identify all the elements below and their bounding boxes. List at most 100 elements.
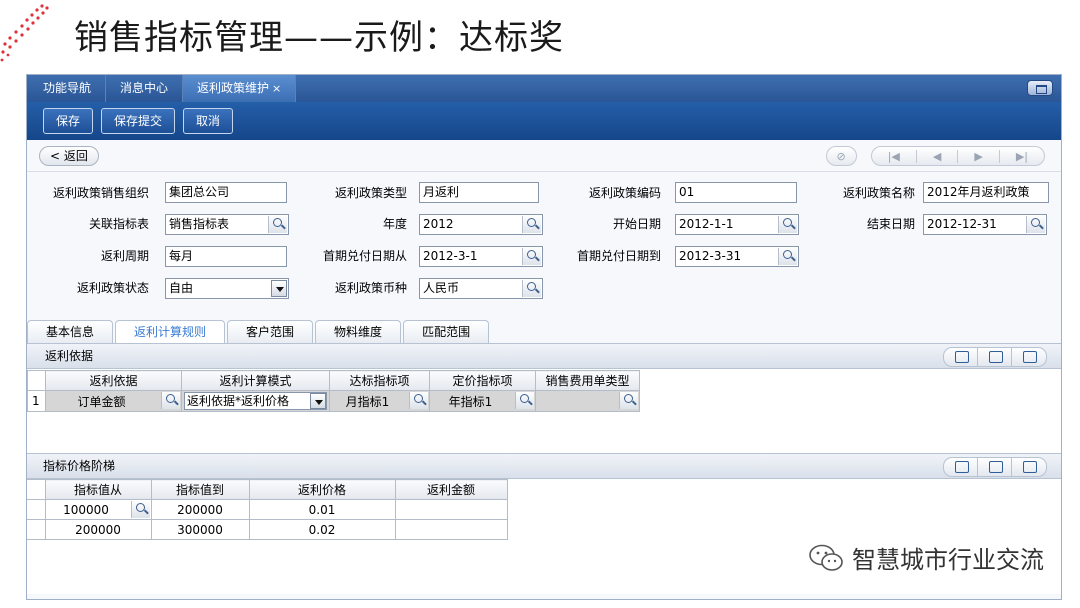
add-row-icon[interactable] — [944, 348, 978, 366]
ladder-panel-header: 指标价格阶梯 — [27, 454, 1061, 479]
indicator-table-label: 关联指标表 — [88, 217, 149, 231]
save-submit-button[interactable]: 保存提交 — [101, 108, 176, 134]
table-row[interactable]: 200000 300000 0.02 — [27, 519, 508, 540]
policy-form: 返利政策销售组织 集团总公司 返利政策类型 月返利 返利政策编码 01 返利政策… — [27, 172, 1061, 320]
row-number — [27, 499, 46, 520]
search-icon[interactable] — [515, 392, 534, 409]
row-number-header — [27, 479, 46, 500]
cycle-label: 返利周期 — [100, 249, 149, 263]
basis-panel-header: 返利依据 — [27, 344, 1061, 369]
cell-value: 订单金额 — [77, 394, 126, 409]
watermark-text: 智慧城市行业交流 — [852, 546, 1044, 574]
panel-title: 返利依据 — [45, 349, 94, 363]
paperclip-icon: ⊘ — [836, 149, 846, 163]
tab-label: 返利政策维护 — [197, 81, 270, 95]
cancel-button[interactable]: 取消 — [183, 108, 234, 134]
policy-name-field[interactable]: 2012年月返利政策 — [923, 182, 1049, 203]
year-label: 年度 — [382, 217, 407, 231]
tab-material-dimension[interactable]: 物料维度 — [315, 320, 402, 343]
app-window: 功能导航 消息中心 返利政策维护 × 保存 保存提交 取消 < 返回 ⊘ |◀ ◀… — [26, 74, 1062, 600]
amount-cell[interactable] — [394, 499, 508, 520]
currency-field[interactable]: 人民币 — [419, 278, 543, 299]
policy-type-label: 返利政策类型 — [334, 186, 407, 200]
column-header: 指标值到 — [150, 479, 250, 500]
tab-label: 消息中心 — [120, 81, 169, 95]
price-cell[interactable]: 0.02 — [248, 519, 396, 540]
to-cell[interactable]: 200000 — [150, 499, 250, 520]
tab-function-nav[interactable]: 功能导航 — [29, 75, 107, 102]
delete-row-icon[interactable] — [1012, 348, 1046, 366]
currency-label: 返利政策币种 — [334, 281, 407, 295]
tab-calc-rules[interactable]: 返利计算规则 — [115, 320, 226, 343]
next-record-icon[interactable]: ▶ — [958, 149, 1000, 163]
from-cell[interactable]: 100000 — [44, 499, 152, 520]
tab-customer-scope[interactable]: 客户范围 — [227, 320, 314, 343]
row-number-header — [27, 370, 46, 391]
row-number — [27, 519, 46, 540]
tab-match-scope[interactable]: 匹配范围 — [403, 320, 490, 343]
target-item-cell[interactable]: 月指标1 — [329, 390, 430, 412]
last-record-icon[interactable]: ▶| — [1000, 150, 1044, 163]
table-row[interactable]: 100000 200000 0.01 — [27, 499, 508, 520]
column-header: 返利计算模式 — [181, 370, 330, 391]
back-button[interactable]: < 返回 — [39, 145, 99, 166]
tab-message-center[interactable]: 消息中心 — [106, 75, 184, 102]
sales-org-label: 返利政策销售组织 — [52, 186, 149, 200]
expense-type-cell[interactable] — [535, 390, 640, 412]
panel-title: 指标价格阶梯 — [43, 459, 116, 473]
search-icon[interactable] — [161, 392, 180, 409]
field-value: 自由 — [169, 281, 194, 295]
to-cell[interactable]: 300000 — [150, 519, 250, 540]
price-cell[interactable]: 0.01 — [248, 499, 396, 520]
end-date-field[interactable]: 2012-12-31 — [923, 214, 1047, 235]
chevron-down-icon[interactable] — [310, 393, 326, 409]
basis-table: 返利依据 返利计算模式 达标指标项 定价指标项 销售费用单类型 1 订单金额 返… — [27, 370, 640, 412]
end-date-label: 结束日期 — [866, 217, 915, 231]
search-icon[interactable] — [409, 392, 428, 409]
start-date-label: 开始日期 — [612, 217, 661, 231]
field-value: 2012-1-1 — [679, 217, 734, 231]
calendar-search-icon[interactable] — [778, 248, 797, 265]
watermark: 智慧城市行业交流 — [808, 540, 1044, 575]
close-icon[interactable]: × — [272, 82, 281, 95]
from-cell[interactable]: 200000 — [44, 519, 152, 540]
policy-code-label: 返利政策编码 — [588, 186, 661, 200]
delete-row-icon[interactable] — [1012, 458, 1046, 476]
row-actions — [943, 457, 1047, 477]
window-restore-icon[interactable] — [1027, 80, 1053, 96]
mode-select[interactable]: 返利依据*返利价格 — [184, 392, 327, 410]
cell-value: 返利依据*返利价格 — [187, 394, 290, 408]
tab-rebate-policy[interactable]: 返利政策维护 × — [183, 75, 297, 102]
save-button[interactable]: 保存 — [43, 108, 94, 134]
insert-row-icon[interactable] — [978, 458, 1012, 476]
attachment-button[interactable]: ⊘ — [825, 146, 857, 166]
cell-value: 100000 — [63, 502, 109, 517]
calendar-search-icon[interactable] — [1026, 216, 1045, 233]
column-header: 销售费用单类型 — [535, 370, 640, 391]
table-row[interactable]: 1 订单金额 返利依据*返利价格 月指标1 年指标1 — [27, 390, 640, 412]
first-record-icon[interactable]: |◀ — [872, 149, 917, 163]
cell-value: 月指标1 — [345, 394, 390, 409]
search-icon[interactable] — [130, 501, 150, 518]
amount-cell[interactable] — [394, 519, 508, 540]
column-header: 定价指标项 — [429, 370, 536, 391]
first-pay-to-label: 首期兑付日期到 — [576, 249, 661, 263]
insert-row-icon[interactable] — [978, 348, 1012, 366]
pager: ⊘ |◀ ◀ ▶ ▶| — [825, 146, 1045, 166]
prev-record-icon[interactable]: ◀ — [917, 149, 959, 163]
column-header: 指标值从 — [44, 479, 152, 500]
price-item-cell[interactable]: 年指标1 — [429, 390, 536, 412]
basis-cell[interactable]: 订单金额 — [45, 390, 182, 412]
search-icon[interactable] — [522, 280, 541, 297]
add-row-icon[interactable] — [944, 458, 978, 476]
column-header: 返利价格 — [248, 479, 396, 500]
tab-bar: 功能导航 消息中心 返利政策维护 × — [27, 75, 1061, 102]
table-header-row: 指标值从 指标值到 返利价格 返利金额 — [27, 479, 508, 500]
first-pay-to-field[interactable]: 2012-3-31 — [675, 246, 799, 267]
mode-cell[interactable]: 返利依据*返利价格 — [181, 390, 330, 412]
slide-title: 销售指标管理——示例：达标奖 — [74, 18, 564, 58]
search-icon[interactable] — [619, 392, 638, 409]
tab-basic-info[interactable]: 基本信息 — [27, 320, 114, 343]
field-value: 2012-3-1 — [423, 249, 478, 263]
wechat-icon — [809, 544, 843, 571]
